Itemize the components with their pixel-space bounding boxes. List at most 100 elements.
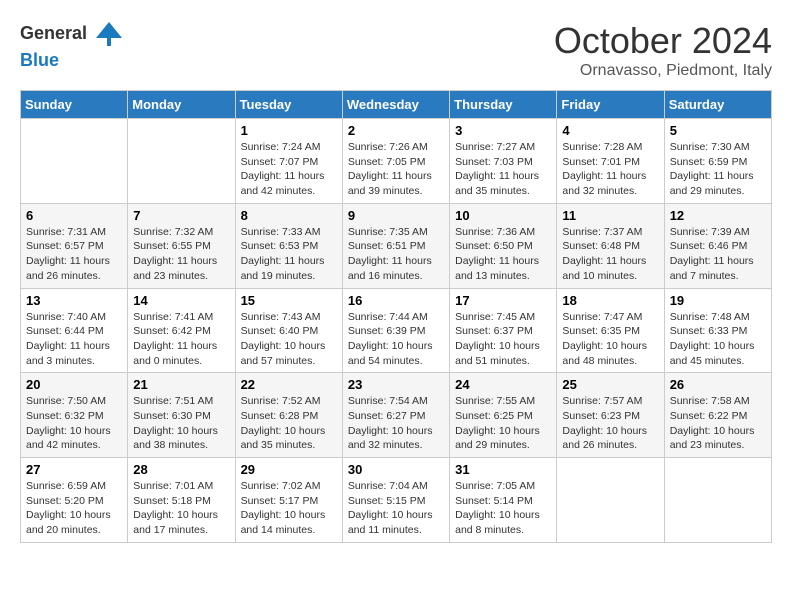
calendar-cell: 16 Sunrise: 7:44 AMSunset: 6:39 PMDayligh…	[342, 288, 449, 373]
day-info: Sunrise: 7:28 AMSunset: 7:01 PMDaylight:…	[562, 140, 658, 199]
day-number: 4	[562, 123, 658, 138]
day-info: Sunrise: 7:52 AMSunset: 6:28 PMDaylight:…	[241, 394, 337, 453]
logo-text: General Blue	[20, 20, 124, 71]
calendar-cell: 30 Sunrise: 7:04 AMSunset: 5:15 PMDayligh…	[342, 458, 449, 543]
day-number: 26	[670, 377, 766, 392]
day-number: 9	[348, 208, 444, 223]
day-info: Sunrise: 7:43 AMSunset: 6:40 PMDaylight:…	[241, 310, 337, 369]
calendar-cell: 23 Sunrise: 7:54 AMSunset: 6:27 PMDayligh…	[342, 373, 449, 458]
logo-general: General	[20, 26, 124, 43]
calendar-cell	[21, 119, 128, 204]
calendar-cell: 19Sunrise: 7:48 AMSunset: 6:33 PMDayligh…	[664, 288, 771, 373]
day-info: Sunrise: 7:50 AMSunset: 6:32 PMDaylight:…	[26, 394, 122, 453]
day-info: Sunrise: 7:47 AMSunset: 6:35 PMDaylight:…	[562, 310, 658, 369]
calendar-cell: 12 Sunrise: 7:39 AMSunset: 6:46 PMDayligh…	[664, 203, 771, 288]
day-info: Sunrise: 7:01 AMSunset: 5:18 PMDaylight:…	[133, 479, 229, 538]
day-number: 28	[133, 462, 229, 477]
calendar-cell: 24Sunrise: 7:55 AMSunset: 6:25 PMDayligh…	[450, 373, 557, 458]
day-number: 29	[241, 462, 337, 477]
calendar-cell: 5Sunrise: 7:30 AMSunset: 6:59 PMDaylight…	[664, 119, 771, 204]
day-number: 10	[455, 208, 551, 223]
calendar-cell: 21 Sunrise: 7:51 AMSunset: 6:30 PMDayligh…	[128, 373, 235, 458]
day-number: 22	[241, 377, 337, 392]
calendar-cell: 22 Sunrise: 7:52 AMSunset: 6:28 PMDayligh…	[235, 373, 342, 458]
calendar-cell	[557, 458, 664, 543]
logo: General Blue	[20, 20, 124, 71]
day-number: 16	[348, 293, 444, 308]
day-info: Sunrise: 7:41 AMSunset: 6:42 PMDaylight:…	[133, 310, 229, 369]
day-info: Sunrise: 7:27 AMSunset: 7:03 PMDaylight:…	[455, 140, 551, 199]
day-info: Sunrise: 7:55 AMSunset: 6:25 PMDaylight:…	[455, 394, 551, 453]
day-info: Sunrise: 7:45 AMSunset: 6:37 PMDaylight:…	[455, 310, 551, 369]
calendar-cell: 1Sunrise: 7:24 AMSunset: 7:07 PMDaylight…	[235, 119, 342, 204]
calendar-cell: 14 Sunrise: 7:41 AMSunset: 6:42 PMDayligh…	[128, 288, 235, 373]
day-info: Sunrise: 7:51 AMSunset: 6:30 PMDaylight:…	[133, 394, 229, 453]
day-number: 30	[348, 462, 444, 477]
calendar-cell: 28 Sunrise: 7:01 AMSunset: 5:18 PMDayligh…	[128, 458, 235, 543]
calendar-cell	[664, 458, 771, 543]
day-number: 1	[241, 123, 337, 138]
month-title: October 2024	[554, 20, 772, 62]
day-info: Sunrise: 7:58 AMSunset: 6:22 PMDaylight:…	[670, 394, 766, 453]
calendar-header-friday: Friday	[557, 91, 664, 119]
calendar-cell: 8 Sunrise: 7:33 AMSunset: 6:53 PMDaylight…	[235, 203, 342, 288]
calendar-cell: 31Sunrise: 7:05 AMSunset: 5:14 PMDayligh…	[450, 458, 557, 543]
calendar-cell: 29 Sunrise: 7:02 AMSunset: 5:17 PMDayligh…	[235, 458, 342, 543]
day-info: Sunrise: 7:05 AMSunset: 5:14 PMDaylight:…	[455, 479, 551, 538]
calendar-cell: 2Sunrise: 7:26 AMSunset: 7:05 PMDaylight…	[342, 119, 449, 204]
day-info: Sunrise: 7:57 AMSunset: 6:23 PMDaylight:…	[562, 394, 658, 453]
day-number: 3	[455, 123, 551, 138]
location-title: Ornavasso, Piedmont, Italy	[554, 62, 772, 80]
calendar-cell: 6 Sunrise: 7:31 AMSunset: 6:57 PMDaylight…	[21, 203, 128, 288]
day-info: Sunrise: 7:40 AMSunset: 6:44 PMDaylight:…	[26, 310, 122, 369]
day-info: Sunrise: 6:59 AMSunset: 5:20 PMDaylight:…	[26, 479, 122, 538]
day-number: 14	[133, 293, 229, 308]
day-info: Sunrise: 7:33 AMSunset: 6:53 PMDaylight:…	[241, 225, 337, 284]
day-info: Sunrise: 7:31 AMSunset: 6:57 PMDaylight:…	[26, 225, 122, 284]
calendar-week-1: 1Sunrise: 7:24 AMSunset: 7:07 PMDaylight…	[21, 119, 772, 204]
day-number: 8	[241, 208, 337, 223]
calendar-week-2: 6 Sunrise: 7:31 AMSunset: 6:57 PMDaylight…	[21, 203, 772, 288]
day-number: 12	[670, 208, 766, 223]
day-number: 6	[26, 208, 122, 223]
calendar-header-monday: Monday	[128, 91, 235, 119]
calendar-week-5: 27 Sunrise: 6:59 AMSunset: 5:20 PMDayligh…	[21, 458, 772, 543]
calendar-cell: 18Sunrise: 7:47 AMSunset: 6:35 PMDayligh…	[557, 288, 664, 373]
calendar-cell: 27 Sunrise: 6:59 AMSunset: 5:20 PMDayligh…	[21, 458, 128, 543]
calendar-cell: 10Sunrise: 7:36 AMSunset: 6:50 PMDayligh…	[450, 203, 557, 288]
calendar-cell: 15 Sunrise: 7:43 AMSunset: 6:40 PMDayligh…	[235, 288, 342, 373]
day-info: Sunrise: 7:02 AMSunset: 5:17 PMDaylight:…	[241, 479, 337, 538]
logo-icon	[94, 20, 124, 50]
calendar-cell: 26 Sunrise: 7:58 AMSunset: 6:22 PMDayligh…	[664, 373, 771, 458]
header: General Blue October 2024 Ornavasso, Pie…	[20, 20, 772, 80]
calendar-header-row: SundayMondayTuesdayWednesdayThursdayFrid…	[21, 91, 772, 119]
calendar-cell: 25 Sunrise: 7:57 AMSunset: 6:23 PMDayligh…	[557, 373, 664, 458]
day-info: Sunrise: 7:44 AMSunset: 6:39 PMDaylight:…	[348, 310, 444, 369]
calendar-header-wednesday: Wednesday	[342, 91, 449, 119]
day-info: Sunrise: 7:48 AMSunset: 6:33 PMDaylight:…	[670, 310, 766, 369]
day-number: 5	[670, 123, 766, 138]
day-number: 15	[241, 293, 337, 308]
calendar-header-sunday: Sunday	[21, 91, 128, 119]
day-number: 17	[455, 293, 551, 308]
calendar-cell: 17 Sunrise: 7:45 AMSunset: 6:37 PMDayligh…	[450, 288, 557, 373]
day-number: 2	[348, 123, 444, 138]
day-number: 23	[348, 377, 444, 392]
day-info: Sunrise: 7:37 AMSunset: 6:48 PMDaylight:…	[562, 225, 658, 284]
day-number: 21	[133, 377, 229, 392]
calendar-cell: 13Sunrise: 7:40 AMSunset: 6:44 PMDayligh…	[21, 288, 128, 373]
calendar-week-3: 13Sunrise: 7:40 AMSunset: 6:44 PMDayligh…	[21, 288, 772, 373]
calendar-cell: 7Sunrise: 7:32 AMSunset: 6:55 PMDaylight…	[128, 203, 235, 288]
calendar-week-4: 20Sunrise: 7:50 AMSunset: 6:32 PMDayligh…	[21, 373, 772, 458]
calendar-header-saturday: Saturday	[664, 91, 771, 119]
logo-blue: Blue	[20, 50, 59, 70]
day-info: Sunrise: 7:32 AMSunset: 6:55 PMDaylight:…	[133, 225, 229, 284]
day-info: Sunrise: 7:39 AMSunset: 6:46 PMDaylight:…	[670, 225, 766, 284]
day-number: 27	[26, 462, 122, 477]
calendar-header-thursday: Thursday	[450, 91, 557, 119]
title-area: October 2024 Ornavasso, Piedmont, Italy	[554, 20, 772, 80]
day-info: Sunrise: 7:04 AMSunset: 5:15 PMDaylight:…	[348, 479, 444, 538]
calendar-header-tuesday: Tuesday	[235, 91, 342, 119]
day-number: 25	[562, 377, 658, 392]
day-info: Sunrise: 7:54 AMSunset: 6:27 PMDaylight:…	[348, 394, 444, 453]
